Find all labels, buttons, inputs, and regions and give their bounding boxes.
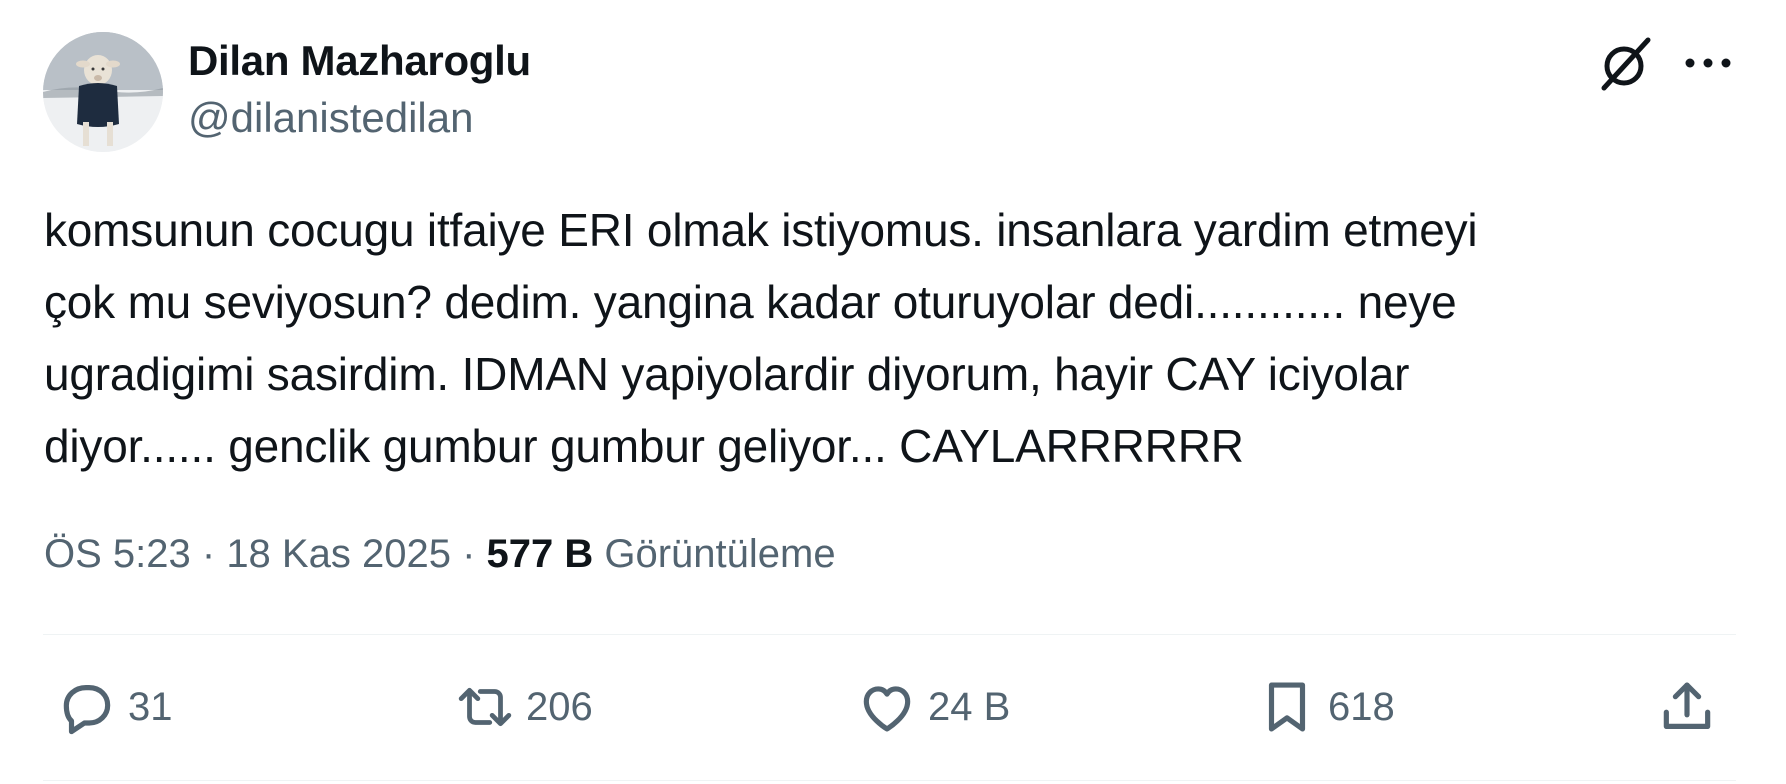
author-info: Dilan Mazharoglu @dilanistedilan [188, 36, 531, 146]
divider [43, 634, 1736, 635]
tweet-date[interactable]: 18 Kas 2025 [226, 532, 451, 576]
meta-separator: · [190, 532, 227, 576]
reply-count: 31 [128, 685, 173, 729]
heart-icon [856, 676, 918, 738]
retweet-icon [454, 676, 516, 738]
avatar-lamb-icon [43, 32, 163, 152]
author-display-name[interactable]: Dilan Mazharoglu [188, 36, 531, 86]
tweet-card: Dilan Mazharoglu @dilanistedilan komsunu… [0, 0, 1786, 784]
reply-icon [56, 676, 118, 738]
meta-separator: · [450, 532, 487, 576]
like-count: 24 B [928, 685, 1011, 729]
tweet-time[interactable]: ÖS 5:23 [44, 532, 191, 576]
bookmark-count: 618 [1328, 685, 1395, 729]
views-count: 577 B [486, 532, 594, 576]
retweet-count: 206 [526, 685, 593, 729]
retweet-button[interactable]: 206 [454, 672, 593, 742]
author-handle[interactable]: @dilanistedilan [188, 90, 531, 146]
views-label: Görüntüleme [604, 532, 836, 576]
grok-icon[interactable] [1596, 34, 1656, 94]
more-dots-icon[interactable] [1680, 38, 1736, 88]
share-button[interactable] [1656, 672, 1718, 742]
tweet-text: komsunun cocugu itfaiye ERI olmak istiyo… [44, 204, 1478, 472]
reply-button[interactable]: 31 [56, 672, 173, 742]
tweet-meta: ÖS 5:23 · 18 Kas 2025 · 577 B Görüntülem… [44, 526, 836, 582]
avatar[interactable] [43, 32, 163, 152]
share-icon [1656, 676, 1718, 738]
bookmark-button[interactable]: 618 [1256, 672, 1395, 742]
divider [43, 780, 1736, 781]
like-button[interactable]: 24 B [856, 672, 1010, 742]
bookmark-icon [1256, 676, 1318, 738]
